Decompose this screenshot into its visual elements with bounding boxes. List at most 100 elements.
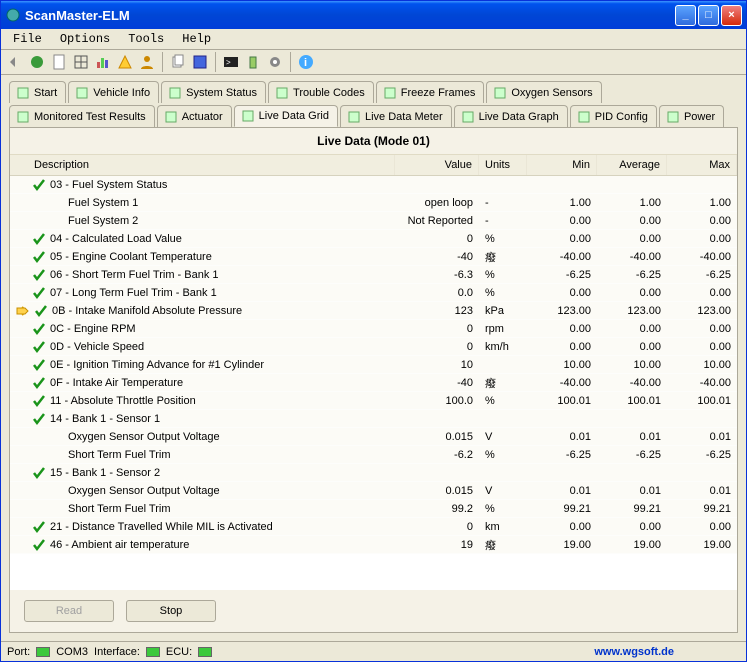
tab-label: Monitored Test Results — [34, 111, 146, 123]
col-min[interactable]: Min — [527, 155, 597, 175]
tabs-area: StartVehicle InfoSystem StatusTrouble Co… — [1, 75, 746, 127]
tab-icon — [16, 110, 30, 124]
tab-start[interactable]: Start — [9, 81, 66, 103]
row-value: 0 — [395, 521, 479, 533]
tab-pid-config[interactable]: PID Config — [570, 105, 657, 127]
tab-oxygen-sensors[interactable]: Oxygen Sensors — [486, 81, 601, 103]
table-row[interactable]: Short Term Fuel Trim-6.2%-6.25-6.25-6.25 — [10, 446, 737, 464]
window-title: ScanMaster-ELM — [25, 8, 675, 23]
row-avg: 0.00 — [597, 215, 667, 227]
tool-user-icon[interactable] — [137, 52, 157, 72]
row-description: 06 - Short Term Fuel Trim - Bank 1 — [50, 269, 219, 281]
table-row[interactable]: 0E - Ignition Timing Advance for #1 Cyli… — [10, 356, 737, 374]
row-description: 07 - Long Term Fuel Trim - Bank 1 — [50, 287, 217, 299]
tab-icon — [577, 110, 591, 124]
menu-tools[interactable]: Tools — [120, 30, 172, 48]
maximize-button[interactable]: □ — [698, 5, 719, 26]
titlebar: ScanMaster-ELM _ □ × — [1, 1, 746, 29]
toolbar-separator — [290, 52, 291, 72]
row-value: 99.2 — [395, 503, 479, 515]
table-row[interactable]: 03 - Fuel System Status — [10, 176, 737, 194]
tab-freeze-frames[interactable]: Freeze Frames — [376, 81, 485, 103]
row-value: 0.015 — [395, 431, 479, 443]
url-link[interactable]: www.wgsoft.de — [594, 646, 674, 658]
port-label: Port: — [7, 646, 30, 658]
row-min: 0.00 — [527, 323, 597, 335]
row-units: V — [479, 485, 527, 497]
row-max: 0.00 — [667, 287, 737, 299]
row-value: -40 — [395, 377, 479, 389]
tool-doc-icon[interactable] — [49, 52, 69, 72]
tool-terminal-icon[interactable]: > — [221, 52, 241, 72]
row-description: 0F - Intake Air Temperature — [50, 377, 183, 389]
tab-icon — [666, 110, 680, 124]
row-max: 0.00 — [667, 521, 737, 533]
tool-globe-icon[interactable] — [27, 52, 47, 72]
table-row[interactable]: 06 - Short Term Fuel Trim - Bank 1-6.3%-… — [10, 266, 737, 284]
table-row[interactable]: Fuel System 2Not Reported-0.000.000.00 — [10, 212, 737, 230]
table-row[interactable]: 0C - Engine RPM0rpm0.000.000.00 — [10, 320, 737, 338]
panel-title: Live Data (Mode 01) — [10, 128, 737, 155]
table-row[interactable]: Short Term Fuel Trim99.2%99.2199.2199.21 — [10, 500, 737, 518]
row-description: Short Term Fuel Trim — [68, 449, 171, 461]
table-row[interactable]: 0B - Intake Manifold Absolute Pressure12… — [10, 302, 737, 320]
tab-live-data-meter[interactable]: Live Data Meter — [340, 105, 452, 127]
menu-options[interactable]: Options — [52, 30, 118, 48]
minimize-button[interactable]: _ — [675, 5, 696, 26]
table-row[interactable]: 04 - Calculated Load Value0%0.000.000.00 — [10, 230, 737, 248]
table-row[interactable]: 14 - Bank 1 - Sensor 1 — [10, 410, 737, 428]
row-avg: 1.00 — [597, 197, 667, 209]
row-min: 19.00 — [527, 539, 597, 551]
table-row[interactable]: 07 - Long Term Fuel Trim - Bank 10.0%0.0… — [10, 284, 737, 302]
col-max[interactable]: Max — [667, 155, 737, 175]
col-description[interactable]: Description — [10, 155, 395, 175]
tab-actuator[interactable]: Actuator — [157, 105, 232, 127]
table-row[interactable]: 15 - Bank 1 - Sensor 2 — [10, 464, 737, 482]
tool-connect-icon[interactable] — [5, 52, 25, 72]
table-row[interactable]: Oxygen Sensor Output Voltage0.015V0.010.… — [10, 428, 737, 446]
row-avg: -40.00 — [597, 377, 667, 389]
tool-warning-icon[interactable] — [115, 52, 135, 72]
tab-vehicle-info[interactable]: Vehicle Info — [68, 81, 159, 103]
check-icon — [32, 286, 46, 300]
table-row[interactable]: Fuel System 1open loop-1.001.001.00 — [10, 194, 737, 212]
row-description: 04 - Calculated Load Value — [50, 233, 182, 245]
col-units[interactable]: Units — [479, 155, 527, 175]
tab-label: Live Data Graph — [479, 111, 559, 123]
table-row[interactable]: 05 - Engine Coolant Temperature-40癈-40.0… — [10, 248, 737, 266]
row-max: 0.01 — [667, 485, 737, 497]
row-description: 03 - Fuel System Status — [50, 179, 167, 191]
table-row[interactable]: Oxygen Sensor Output Voltage0.015V0.010.… — [10, 482, 737, 500]
grid-body[interactable]: 03 - Fuel System Status Fuel System 1open… — [10, 176, 737, 590]
tab-power[interactable]: Power — [659, 105, 724, 127]
col-avg[interactable]: Average — [597, 155, 667, 175]
check-icon — [32, 178, 46, 192]
tool-info-icon[interactable]: i — [296, 52, 316, 72]
table-row[interactable]: 11 - Absolute Throttle Position100.0%100… — [10, 392, 737, 410]
check-icon — [32, 232, 46, 246]
table-row[interactable]: 46 - Ambient air temperature19癈19.0019.0… — [10, 536, 737, 554]
menu-help[interactable]: Help — [174, 30, 219, 48]
col-value[interactable]: Value — [395, 155, 479, 175]
tab-system-status[interactable]: System Status — [161, 81, 266, 103]
tool-chart-icon[interactable] — [93, 52, 113, 72]
tool-gear-icon[interactable] — [265, 52, 285, 72]
tool-grid-icon[interactable] — [71, 52, 91, 72]
close-button[interactable]: × — [721, 5, 742, 26]
table-row[interactable]: 21 - Distance Travelled While MIL is Act… — [10, 518, 737, 536]
pointer-arrow-icon — [16, 304, 30, 318]
table-row[interactable]: 0F - Intake Air Temperature-40癈-40.00-40… — [10, 374, 737, 392]
menu-file[interactable]: File — [5, 30, 50, 48]
tab-monitored-test-results[interactable]: Monitored Test Results — [9, 105, 155, 127]
tab-live-data-grid[interactable]: Live Data Grid — [234, 105, 338, 127]
tab-trouble-codes[interactable]: Trouble Codes — [268, 81, 374, 103]
tool-copy-icon[interactable] — [168, 52, 188, 72]
tab-live-data-graph[interactable]: Live Data Graph — [454, 105, 568, 127]
toolbar-separator — [215, 52, 216, 72]
tool-save-icon[interactable] — [190, 52, 210, 72]
stop-button[interactable]: Stop — [126, 600, 216, 622]
row-units: km/h — [479, 341, 527, 353]
check-icon — [32, 322, 46, 336]
tool-battery-icon[interactable] — [243, 52, 263, 72]
table-row[interactable]: 0D - Vehicle Speed0km/h0.000.000.00 — [10, 338, 737, 356]
